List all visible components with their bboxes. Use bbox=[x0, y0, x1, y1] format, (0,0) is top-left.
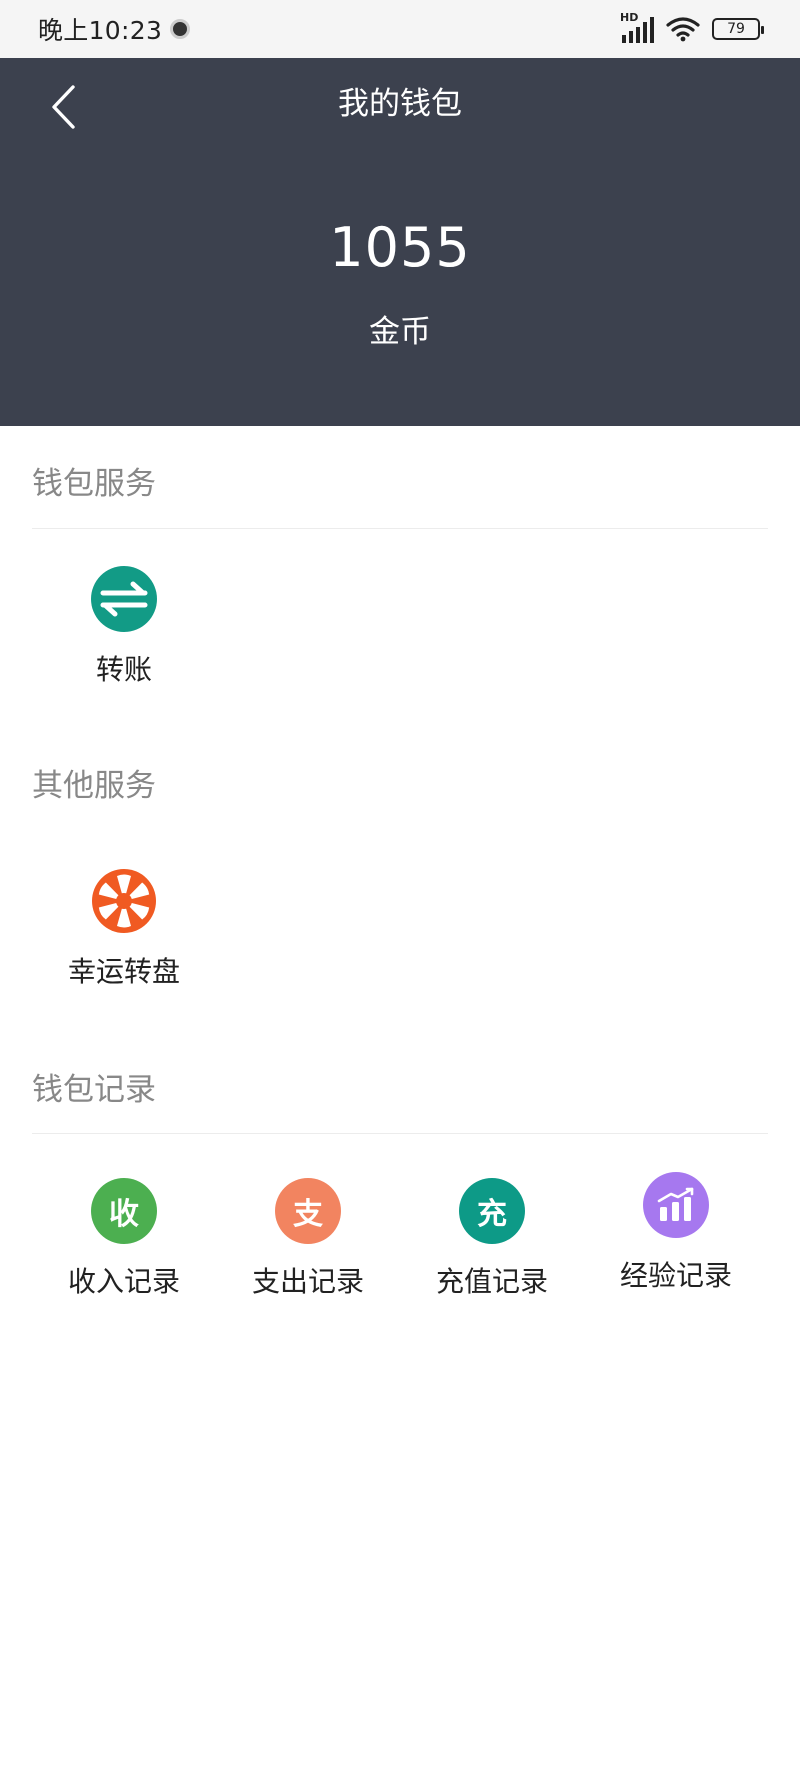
section-title-wallet-services: 钱包服务 bbox=[32, 466, 156, 502]
expense-icon: 支 bbox=[275, 1178, 341, 1244]
divider bbox=[32, 1133, 768, 1134]
recharge-records-label: 充值记录 bbox=[435, 1265, 548, 1298]
wifi-icon bbox=[666, 17, 700, 42]
expense-records-label: 支出记录 bbox=[251, 1265, 364, 1298]
recharge-icon-glyph: 充 bbox=[477, 1197, 507, 1232]
divider bbox=[32, 528, 768, 529]
notification-dot-icon bbox=[170, 19, 191, 39]
status-time: 晚上10:23 bbox=[38, 16, 163, 45]
experience-records-tile[interactable]: 经验记录 bbox=[584, 1172, 768, 1294]
battery-level: 79 bbox=[727, 21, 745, 37]
expense-records-tile[interactable]: 支 支出记录 bbox=[216, 1178, 400, 1300]
page-title: 我的钱包 bbox=[338, 86, 462, 122]
recharge-records-tile[interactable]: 充 充值记录 bbox=[400, 1178, 584, 1300]
transfer-icon bbox=[91, 566, 157, 632]
income-records-label: 收入记录 bbox=[67, 1265, 180, 1298]
wallet-header: 我的钱包 1055 金币 bbox=[0, 58, 800, 426]
coin-balance: 1055 bbox=[329, 216, 471, 279]
income-records-tile[interactable]: 收 收入记录 bbox=[32, 1178, 216, 1300]
transfer-tile[interactable]: 转账 bbox=[32, 566, 216, 688]
experience-chart-icon bbox=[643, 1172, 709, 1238]
network-type-label: HD bbox=[620, 11, 639, 24]
section-title-other-services: 其他服务 bbox=[32, 768, 156, 804]
experience-records-label: 经验记录 bbox=[619, 1259, 732, 1292]
coin-unit-label: 金币 bbox=[369, 314, 431, 350]
income-icon: 收 bbox=[91, 1178, 157, 1244]
wheel-icon bbox=[91, 868, 157, 934]
income-icon-glyph: 收 bbox=[109, 1197, 139, 1232]
section-title-wallet-records: 钱包记录 bbox=[32, 1072, 156, 1108]
status-left: 晚上10:23 bbox=[38, 11, 191, 47]
transfer-label: 转账 bbox=[95, 653, 152, 686]
signal-icon: HD bbox=[620, 11, 654, 43]
battery-icon: 79 bbox=[712, 18, 764, 40]
expense-icon-glyph: 支 bbox=[293, 1197, 323, 1232]
lucky-wheel-label: 幸运转盘 bbox=[67, 955, 180, 988]
status-bar: 晚上10:23 HD 79 bbox=[0, 0, 800, 58]
lucky-wheel-tile[interactable]: 幸运转盘 bbox=[32, 868, 216, 990]
recharge-icon: 充 bbox=[459, 1178, 525, 1244]
status-right: HD 79 bbox=[620, 11, 764, 43]
